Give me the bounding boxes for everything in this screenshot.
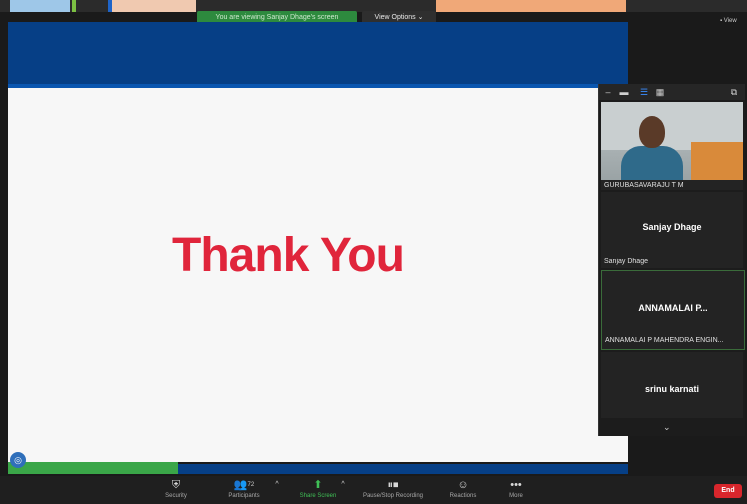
slide-logo-icon: ◎ xyxy=(10,452,26,468)
speaker-view-icon[interactable]: ☰ xyxy=(639,87,649,97)
view-label: View xyxy=(723,18,737,24)
caret-up-icon: ^ xyxy=(275,481,279,488)
expand-icon[interactable]: ⧉ xyxy=(729,87,739,97)
participant-name: Sanjay Dhage xyxy=(604,258,648,265)
strip-segment xyxy=(72,0,76,12)
participant-display-name: Sanjay Dhage xyxy=(642,222,702,232)
person-head xyxy=(639,116,665,148)
participants-icon: 👥72 xyxy=(233,479,255,491)
meeting-toolbar: ⛨ Security 👥72 Participants ^ ⬆ Share Sc… xyxy=(0,476,747,504)
recording-label: Pause/Stop Recording xyxy=(362,493,424,499)
pause-stop-icon: ⏸⏹ xyxy=(387,479,399,491)
participant-name: ANNAMALAI P MAHENDRA ENGIN... xyxy=(605,337,724,344)
security-button[interactable]: ⛨ Security xyxy=(156,476,196,504)
minimize-icon[interactable]: – xyxy=(603,87,613,97)
participant-video xyxy=(601,102,743,180)
participants-button[interactable]: 👥72 Participants xyxy=(218,476,270,504)
grid-view-icon[interactable]: ▦ xyxy=(655,87,665,97)
reactions-icon: ☺ xyxy=(457,479,469,491)
participants-count: 72 xyxy=(247,482,255,488)
strip-segment xyxy=(10,0,70,12)
slide-thank-you-text: Thank You xyxy=(172,229,405,282)
reactions-button[interactable]: ☺ Reactions xyxy=(440,476,486,504)
view-button[interactable]: ▪ View xyxy=(720,18,737,24)
share-screen-icon: ⬆ xyxy=(313,479,323,491)
person-body xyxy=(621,146,683,180)
participant-tile[interactable]: srinu karnati xyxy=(601,352,743,418)
share-menu-caret[interactable]: ^ xyxy=(338,476,348,504)
participant-tile[interactable]: Sanjay Dhage Sanjay Dhage xyxy=(601,192,743,268)
participant-display-name: ANNAMALAI P... xyxy=(638,303,708,313)
reactions-label: Reactions xyxy=(449,493,477,499)
more-label: More xyxy=(509,493,523,499)
participant-gallery: – ▬ ☰ ▦ ⧉ GURUBASAVARAJU T M Sanjay Dhag… xyxy=(598,84,745,436)
share-screen-button[interactable]: ⬆ Share Screen xyxy=(292,476,344,504)
strip-segment xyxy=(436,0,626,12)
participant-tile[interactable]: GURUBASAVARAJU T M xyxy=(601,102,743,190)
slide-footer-blue xyxy=(178,464,628,474)
strip-segment xyxy=(112,0,196,12)
strip-view-icon[interactable]: ▬ xyxy=(619,87,629,97)
slide-footer-green xyxy=(8,462,178,474)
shield-icon: ⛨ xyxy=(171,479,181,491)
gallery-view-bar: – ▬ ☰ ▦ ⧉ xyxy=(599,84,745,100)
video-background-object xyxy=(691,142,743,180)
participants-label: Participants xyxy=(228,493,260,499)
share-screen-label: Share Screen xyxy=(299,493,337,499)
participant-display-name: srinu karnati xyxy=(644,384,700,394)
shared-slide: Thank You xyxy=(8,88,628,462)
participant-name: GURUBASAVARAJU T M xyxy=(604,182,684,189)
end-meeting-button[interactable]: End xyxy=(714,484,742,498)
caret-up-icon: ^ xyxy=(341,481,345,488)
chevron-down-icon[interactable]: ⌄ xyxy=(663,422,671,433)
pause-stop-recording-button[interactable]: ⏸⏹ Pause/Stop Recording xyxy=(352,476,434,504)
participant-tile[interactable]: ANNAMALAI P... ANNAMALAI P MAHENDRA ENGI… xyxy=(601,270,745,350)
slide-header-band xyxy=(8,22,628,84)
more-button[interactable]: ••• More xyxy=(500,476,532,504)
security-label: Security xyxy=(165,493,187,499)
participants-menu-caret[interactable]: ^ xyxy=(272,476,282,504)
more-icon: ••• xyxy=(510,479,522,491)
